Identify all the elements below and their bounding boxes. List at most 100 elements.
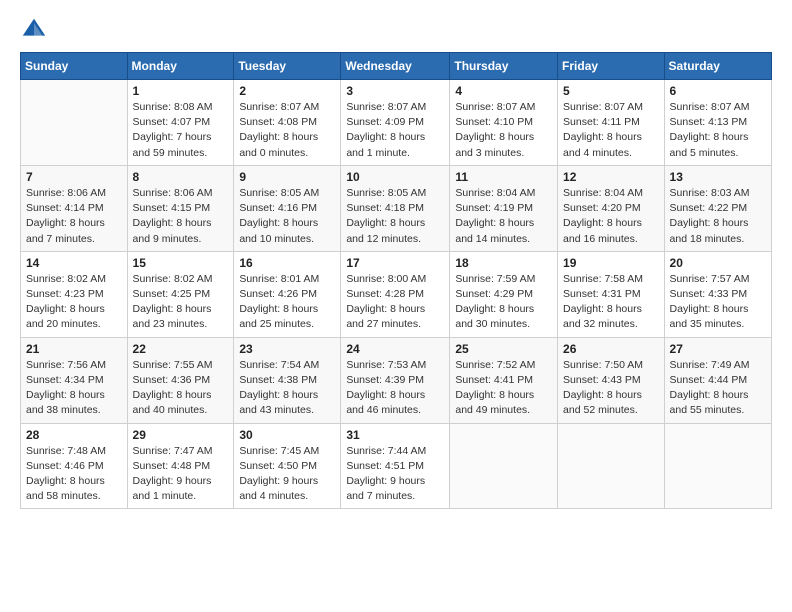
table-row: 13Sunrise: 8:03 AM Sunset: 4:22 PM Dayli… — [664, 165, 771, 251]
table-row: 23 Sunrise: 7:54 AM Sunset: 4:38 PM Dayli… — [234, 337, 341, 423]
day-info: Sunrise: 7:52 AM Sunset: 4:41 PM Dayligh… — [455, 358, 552, 419]
calendar-header-sunday: Sunday — [21, 53, 128, 80]
day-info: Sunrise: 8:07 AM Sunset: 4:09 PM Dayligh… — [346, 100, 444, 161]
table-row: 7Sunrise: 8:06 AM Sunset: 4:14 PM Daylig… — [21, 165, 128, 251]
table-row: 1 Sunrise: 8:08 AM Sunset: 4:07 PM Daylig… — [127, 80, 234, 166]
calendar-week-row: 28Sunrise: 7:48 AM Sunset: 4:46 PM Dayli… — [21, 423, 772, 509]
day-number: 27 — [670, 342, 766, 356]
calendar-week-row: 21 Sunrise: 7:56 AM Sunset: 4:34 PM Dayli… — [21, 337, 772, 423]
day-info: Sunrise: 7:53 AM Sunset: 4:39 PM Dayligh… — [346, 358, 444, 419]
calendar-header-wednesday: Wednesday — [341, 53, 450, 80]
table-row: 5Sunrise: 8:07 AM Sunset: 4:11 PM Daylig… — [558, 80, 665, 166]
day-number: 14 — [26, 256, 122, 270]
day-info: Sunrise: 7:59 AM Sunset: 4:29 PM Dayligh… — [455, 272, 552, 333]
day-number: 31 — [346, 428, 444, 442]
day-info: Sunrise: 8:02 AM Sunset: 4:25 PM Dayligh… — [133, 272, 229, 333]
day-info: Sunrise: 8:00 AM Sunset: 4:28 PM Dayligh… — [346, 272, 444, 333]
table-row: 24 Sunrise: 7:53 AM Sunset: 4:39 PM Dayli… — [341, 337, 450, 423]
day-number: 19 — [563, 256, 659, 270]
day-number: 24 — [346, 342, 444, 356]
table-row — [450, 423, 558, 509]
table-row: 2 Sunrise: 8:07 AM Sunset: 4:08 PM Daylig… — [234, 80, 341, 166]
table-row: 4 Sunrise: 8:07 AM Sunset: 4:10 PM Daylig… — [450, 80, 558, 166]
table-row: 30 Sunrise: 7:45 AM Sunset: 4:50 PM Dayli… — [234, 423, 341, 509]
table-row: 3 Sunrise: 8:07 AM Sunset: 4:09 PM Daylig… — [341, 80, 450, 166]
day-number: 3 — [346, 84, 444, 98]
day-number: 29 — [133, 428, 229, 442]
day-info: Sunrise: 7:50 AM Sunset: 4:43 PM Dayligh… — [563, 358, 659, 419]
day-info: Sunrise: 7:55 AM Sunset: 4:36 PM Dayligh… — [133, 358, 229, 419]
day-number: 8 — [133, 170, 229, 184]
day-info: Sunrise: 8:06 AM Sunset: 4:15 PM Dayligh… — [133, 186, 229, 247]
day-info: Sunrise: 7:44 AM Sunset: 4:51 PM Dayligh… — [346, 444, 444, 505]
table-row: 11Sunrise: 8:04 AM Sunset: 4:19 PM Dayli… — [450, 165, 558, 251]
table-row: 14 Sunrise: 8:02 AM Sunset: 4:23 PM Dayli… — [21, 251, 128, 337]
logo — [20, 16, 52, 44]
table-row: 28Sunrise: 7:48 AM Sunset: 4:46 PM Dayli… — [21, 423, 128, 509]
day-number: 23 — [239, 342, 335, 356]
table-row: 16 Sunrise: 8:01 AM Sunset: 4:26 PM Dayli… — [234, 251, 341, 337]
table-row: 10Sunrise: 8:05 AM Sunset: 4:18 PM Dayli… — [341, 165, 450, 251]
table-row: 20Sunrise: 7:57 AM Sunset: 4:33 PM Dayli… — [664, 251, 771, 337]
table-row: 18 Sunrise: 7:59 AM Sunset: 4:29 PM Dayli… — [450, 251, 558, 337]
page-container: SundayMondayTuesdayWednesdayThursdayFrid… — [0, 0, 792, 519]
table-row: 12 Sunrise: 8:04 AM Sunset: 4:20 PM Dayli… — [558, 165, 665, 251]
calendar-header-saturday: Saturday — [664, 53, 771, 80]
calendar-week-row: 7Sunrise: 8:06 AM Sunset: 4:14 PM Daylig… — [21, 165, 772, 251]
day-number: 12 — [563, 170, 659, 184]
day-info: Sunrise: 7:45 AM Sunset: 4:50 PM Dayligh… — [239, 444, 335, 505]
day-info: Sunrise: 8:02 AM Sunset: 4:23 PM Dayligh… — [26, 272, 122, 333]
day-info: Sunrise: 8:06 AM Sunset: 4:14 PM Dayligh… — [26, 186, 122, 247]
day-number: 22 — [133, 342, 229, 356]
calendar-header-friday: Friday — [558, 53, 665, 80]
table-row: 29 Sunrise: 7:47 AM Sunset: 4:48 PM Dayli… — [127, 423, 234, 509]
day-info: Sunrise: 8:07 AM Sunset: 4:10 PM Dayligh… — [455, 100, 552, 161]
day-info: Sunrise: 8:08 AM Sunset: 4:07 PM Dayligh… — [133, 100, 229, 161]
day-number: 6 — [670, 84, 766, 98]
day-number: 21 — [26, 342, 122, 356]
day-info: Sunrise: 8:01 AM Sunset: 4:26 PM Dayligh… — [239, 272, 335, 333]
table-row: 17 Sunrise: 8:00 AM Sunset: 4:28 PM Dayli… — [341, 251, 450, 337]
day-info: Sunrise: 7:48 AM Sunset: 4:46 PM Dayligh… — [26, 444, 122, 505]
day-number: 9 — [239, 170, 335, 184]
day-info: Sunrise: 8:05 AM Sunset: 4:18 PM Dayligh… — [346, 186, 444, 247]
day-info: Sunrise: 8:05 AM Sunset: 4:16 PM Dayligh… — [239, 186, 335, 247]
day-info: Sunrise: 8:07 AM Sunset: 4:13 PM Dayligh… — [670, 100, 766, 161]
table-row: 9 Sunrise: 8:05 AM Sunset: 4:16 PM Daylig… — [234, 165, 341, 251]
table-row: 6 Sunrise: 8:07 AM Sunset: 4:13 PM Daylig… — [664, 80, 771, 166]
table-row: 15 Sunrise: 8:02 AM Sunset: 4:25 PM Dayli… — [127, 251, 234, 337]
table-row: 19 Sunrise: 7:58 AM Sunset: 4:31 PM Dayli… — [558, 251, 665, 337]
table-row: 8 Sunrise: 8:06 AM Sunset: 4:15 PM Daylig… — [127, 165, 234, 251]
day-info: Sunrise: 7:58 AM Sunset: 4:31 PM Dayligh… — [563, 272, 659, 333]
day-info: Sunrise: 7:54 AM Sunset: 4:38 PM Dayligh… — [239, 358, 335, 419]
day-number: 1 — [133, 84, 229, 98]
logo-icon — [20, 16, 48, 44]
day-info: Sunrise: 7:49 AM Sunset: 4:44 PM Dayligh… — [670, 358, 766, 419]
day-number: 2 — [239, 84, 335, 98]
header — [20, 16, 772, 44]
calendar-header-monday: Monday — [127, 53, 234, 80]
day-info: Sunrise: 7:57 AM Sunset: 4:33 PM Dayligh… — [670, 272, 766, 333]
table-row — [21, 80, 128, 166]
day-number: 17 — [346, 256, 444, 270]
day-number: 18 — [455, 256, 552, 270]
calendar-header-row: SundayMondayTuesdayWednesdayThursdayFrid… — [21, 53, 772, 80]
day-info: Sunrise: 7:56 AM Sunset: 4:34 PM Dayligh… — [26, 358, 122, 419]
calendar-week-row: 14 Sunrise: 8:02 AM Sunset: 4:23 PM Dayli… — [21, 251, 772, 337]
day-info: Sunrise: 7:47 AM Sunset: 4:48 PM Dayligh… — [133, 444, 229, 505]
table-row: 25Sunrise: 7:52 AM Sunset: 4:41 PM Dayli… — [450, 337, 558, 423]
table-row — [664, 423, 771, 509]
table-row: 26Sunrise: 7:50 AM Sunset: 4:43 PM Dayli… — [558, 337, 665, 423]
day-number: 16 — [239, 256, 335, 270]
day-number: 15 — [133, 256, 229, 270]
day-number: 11 — [455, 170, 552, 184]
table-row: 22 Sunrise: 7:55 AM Sunset: 4:36 PM Dayli… — [127, 337, 234, 423]
day-number: 4 — [455, 84, 552, 98]
table-row — [558, 423, 665, 509]
table-row: 27 Sunrise: 7:49 AM Sunset: 4:44 PM Dayli… — [664, 337, 771, 423]
calendar-table: SundayMondayTuesdayWednesdayThursdayFrid… — [20, 52, 772, 509]
day-number: 30 — [239, 428, 335, 442]
day-info: Sunrise: 8:07 AM Sunset: 4:08 PM Dayligh… — [239, 100, 335, 161]
day-info: Sunrise: 8:07 AM Sunset: 4:11 PM Dayligh… — [563, 100, 659, 161]
day-info: Sunrise: 8:04 AM Sunset: 4:20 PM Dayligh… — [563, 186, 659, 247]
